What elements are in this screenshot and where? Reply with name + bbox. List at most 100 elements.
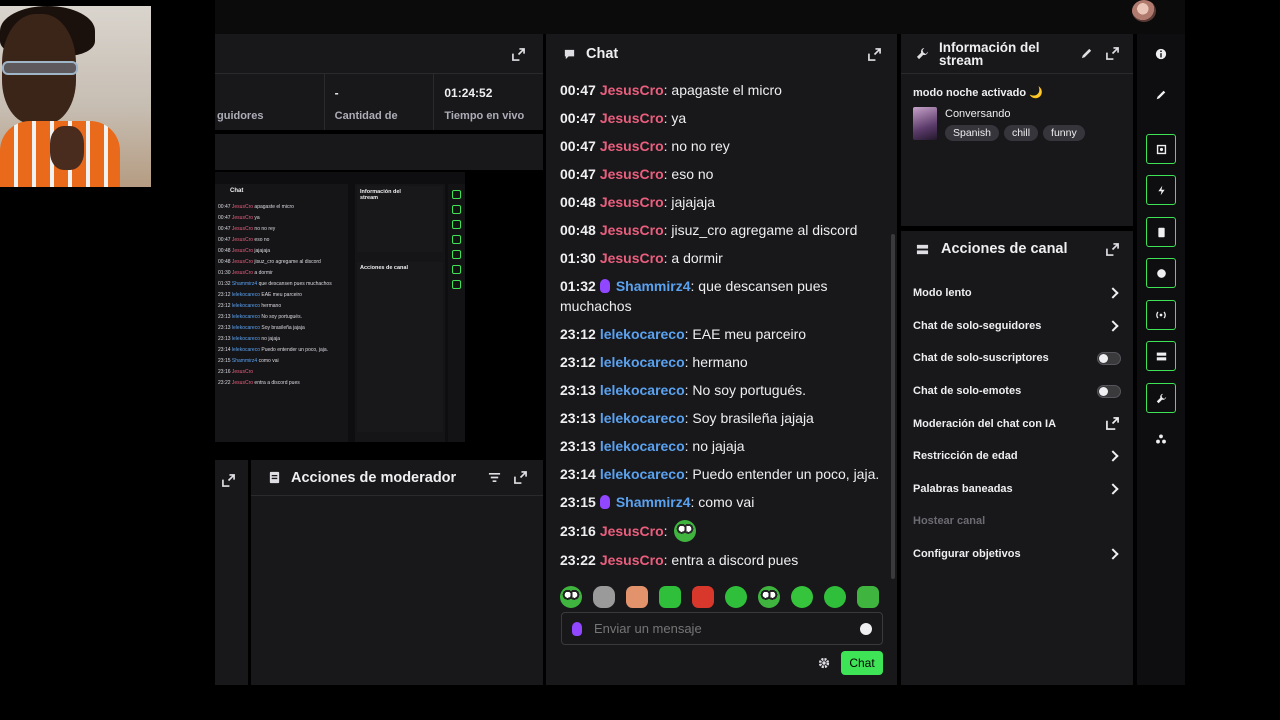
chat-input-box[interactable] bbox=[561, 612, 883, 645]
chat-message[interactable]: 00:47 JesusCro: apagaste el micro bbox=[560, 80, 883, 100]
chat-message[interactable]: 00:48 JesusCro: jisuz_cro agregame al dis… bbox=[560, 220, 883, 240]
message-username[interactable]: JesusCro bbox=[600, 222, 664, 238]
chat-message[interactable]: 23:13 lelekocareco: Soy brasileña jajaja bbox=[560, 408, 883, 428]
chat-message[interactable]: 23:12 lelekocareco: EAE meu parceiro bbox=[560, 324, 883, 344]
emote-red-face[interactable] bbox=[692, 586, 714, 608]
message-username[interactable]: lelekocareco bbox=[600, 410, 685, 426]
add-widget-icon[interactable] bbox=[1146, 424, 1176, 454]
chat-message[interactable]: 23:22 JesusCro: entra a discord pues bbox=[560, 550, 883, 570]
emote-frog[interactable] bbox=[560, 586, 582, 608]
channel-action-item[interactable]: Chat de solo-emotes bbox=[901, 375, 1133, 408]
chat-message[interactable]: 23:14 lelekocareco: Puedo entender un poc… bbox=[560, 464, 883, 484]
chat-message[interactable]: 01:30 JesusCro: a dormir bbox=[560, 248, 883, 268]
message-username[interactable]: lelekocareco bbox=[600, 354, 685, 370]
emote-green-face[interactable] bbox=[659, 586, 681, 608]
chat-message[interactable]: 23:16 JesusCro: bbox=[560, 520, 883, 542]
channel-action-item[interactable]: Configurar objetivos bbox=[901, 538, 1133, 571]
chat-message[interactable]: 23:13 lelekocareco: No soy portugués. bbox=[560, 380, 883, 400]
emote-hand[interactable] bbox=[626, 586, 648, 608]
category-name[interactable]: Conversando bbox=[945, 108, 1085, 120]
chat-message[interactable]: 01:32 Shammirz4: que descansen pues mucha… bbox=[560, 276, 883, 316]
emote-grin[interactable] bbox=[791, 586, 813, 608]
message-text: : no jajaja bbox=[684, 438, 745, 454]
send-chat-button[interactable]: Chat bbox=[841, 651, 883, 675]
channel-action-label: Hostear canal bbox=[913, 515, 986, 528]
emote-lips[interactable] bbox=[857, 586, 879, 608]
chat-message[interactable]: 00:47 JesusCro: no no rey bbox=[560, 136, 883, 156]
emote-frog-2[interactable] bbox=[758, 586, 780, 608]
chat-scrollbar[interactable] bbox=[891, 234, 895, 579]
emote-cat[interactable] bbox=[593, 586, 615, 608]
preview-text: no no rey bbox=[253, 226, 276, 232]
stream-tag[interactable]: chill bbox=[1003, 125, 1039, 141]
message-timestamp: 00:47 bbox=[560, 138, 596, 154]
message-username[interactable]: lelekocareco bbox=[600, 466, 685, 482]
channel-actions-icon[interactable] bbox=[1146, 341, 1176, 371]
clip-icon[interactable] bbox=[1146, 134, 1176, 164]
emote-smirk[interactable] bbox=[824, 586, 846, 608]
filter-icon[interactable] bbox=[485, 469, 503, 487]
stream-tag[interactable]: Spanish bbox=[945, 125, 999, 141]
chat-message[interactable]: 00:47 JesusCro: ya bbox=[560, 108, 883, 128]
wrench-icon[interactable] bbox=[1146, 383, 1176, 413]
pencil-icon[interactable] bbox=[1146, 80, 1176, 110]
pop-out-icon[interactable] bbox=[511, 469, 529, 487]
message-username[interactable]: JesusCro bbox=[600, 250, 664, 266]
preview-timestamp: 23:15 bbox=[218, 358, 231, 364]
document-icon[interactable] bbox=[1146, 217, 1176, 247]
chat-input[interactable] bbox=[594, 621, 860, 636]
message-username[interactable]: Shammirz4 bbox=[616, 278, 691, 294]
uptime-label: Tiempo en vivo bbox=[444, 110, 525, 122]
chat-message-list[interactable]: 00:47 JesusCro: apagaste el micro 00:47 Jes… bbox=[546, 80, 897, 570]
message-username[interactable]: Shammirz4 bbox=[616, 494, 691, 510]
chat-message[interactable]: 23:15 Shammirz4: como vai bbox=[560, 492, 883, 512]
preview-timestamp: 23:13 bbox=[218, 325, 231, 331]
chat-message[interactable]: 00:47 JesusCro: eso no bbox=[560, 164, 883, 184]
channel-action-item[interactable]: Chat de solo-suscriptores bbox=[901, 342, 1133, 375]
chat-message[interactable]: 00:48 JesusCro: jajajaja bbox=[560, 192, 883, 212]
channel-action-item[interactable]: Moderación del chat con IA bbox=[901, 407, 1133, 440]
channel-action-item[interactable]: Chat de solo-seguidores bbox=[901, 310, 1133, 343]
message-username[interactable]: JesusCro bbox=[600, 523, 664, 539]
message-username[interactable]: JesusCro bbox=[600, 110, 664, 126]
pop-out-icon[interactable] bbox=[509, 45, 527, 63]
category-thumbnail[interactable] bbox=[913, 107, 937, 140]
toggle-switch[interactable] bbox=[1097, 384, 1121, 398]
stream-tag[interactable]: funny bbox=[1043, 125, 1085, 141]
message-username[interactable]: lelekocareco bbox=[600, 326, 685, 342]
chat-title: Chat bbox=[586, 46, 619, 62]
broadcast-icon[interactable] bbox=[1146, 300, 1176, 330]
chat-message[interactable]: 23:13 lelekocareco: no jajaja bbox=[560, 436, 883, 456]
message-username[interactable]: JesusCro bbox=[600, 138, 664, 154]
microphone-icon bbox=[599, 495, 610, 509]
pop-out-icon[interactable] bbox=[219, 471, 237, 489]
channel-action-item[interactable]: Modo lento bbox=[901, 277, 1133, 310]
toggle-switch[interactable] bbox=[1097, 351, 1121, 365]
message-username[interactable]: JesusCro bbox=[600, 82, 664, 98]
message-username[interactable]: lelekocareco bbox=[600, 438, 685, 454]
pop-out-icon[interactable] bbox=[1103, 240, 1121, 258]
user-avatar[interactable] bbox=[1132, 0, 1156, 22]
preview-text: Soy brasileña jajaja bbox=[259, 325, 305, 331]
channel-action-item[interactable]: Palabras baneadas bbox=[901, 473, 1133, 506]
preview-timestamp: 00:48 bbox=[218, 259, 231, 265]
info-icon[interactable] bbox=[1146, 39, 1176, 69]
message-username[interactable]: lelekocareco bbox=[600, 382, 685, 398]
message-timestamp: 00:48 bbox=[560, 194, 596, 210]
message-username[interactable]: JesusCro bbox=[600, 552, 664, 568]
lightning-icon[interactable] bbox=[1146, 175, 1176, 205]
emote-smile[interactable] bbox=[725, 586, 747, 608]
pop-out-icon[interactable] bbox=[865, 45, 883, 63]
channel-action-label: Modo lento bbox=[913, 287, 972, 300]
channel-action-item[interactable]: Restricción de edad bbox=[901, 440, 1133, 473]
preview-side-panels: Información del stream Acciones de canal bbox=[355, 184, 445, 442]
chat-message[interactable]: 23:12 lelekocareco: hermano bbox=[560, 352, 883, 372]
pop-out-icon[interactable] bbox=[1103, 45, 1121, 63]
pencil-icon[interactable] bbox=[1077, 45, 1095, 63]
smiley-icon[interactable] bbox=[860, 622, 872, 635]
message-username[interactable]: JesusCro bbox=[600, 194, 664, 210]
chat-bubble-icon[interactable] bbox=[1146, 258, 1176, 288]
gear-icon[interactable] bbox=[818, 657, 830, 672]
preview-timestamp: 23:13 bbox=[218, 314, 231, 320]
message-username[interactable]: JesusCro bbox=[600, 166, 664, 182]
